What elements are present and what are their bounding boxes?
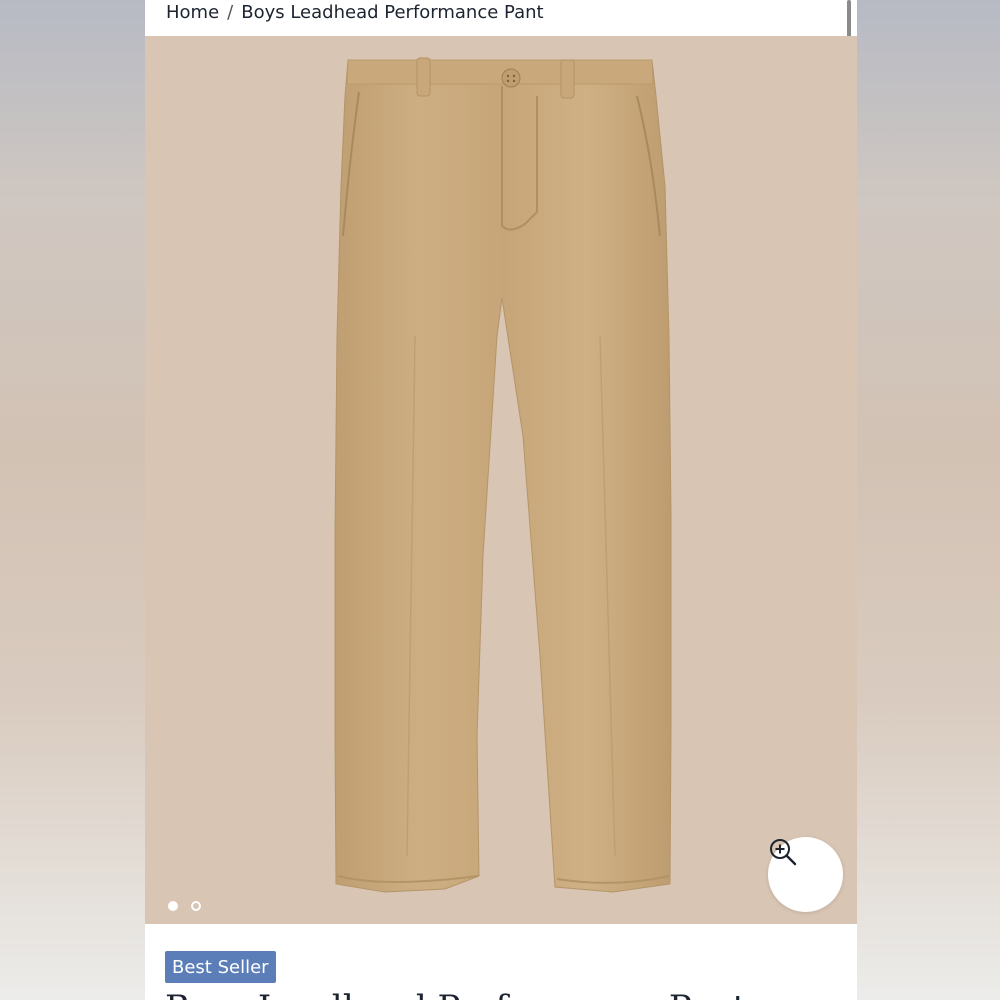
product-image-gallery[interactable]	[145, 36, 857, 924]
best-seller-badge: Best Seller	[165, 951, 276, 983]
breadcrumb-home-link[interactable]: Home	[166, 2, 219, 23]
product-page: Home / Boys Leadhead Performance Pant Be…	[145, 0, 857, 1000]
carousel-dot-2[interactable]	[191, 901, 201, 911]
background-blur-right	[857, 0, 1000, 1000]
zoom-in-icon	[770, 839, 797, 866]
breadcrumb-separator: /	[227, 1, 234, 23]
background-blur-left	[0, 0, 145, 1000]
breadcrumb-current: Boys Leadhead Performance Pant	[241, 1, 544, 23]
breadcrumb: Home / Boys Leadhead Performance Pant	[166, 0, 544, 30]
zoom-button[interactable]	[768, 837, 843, 912]
carousel-dot-1[interactable]	[168, 901, 178, 911]
product-image-pants	[334, 57, 672, 893]
carousel-dots	[168, 901, 201, 911]
product-title: Boys Leadhead Performance Pant	[165, 988, 746, 1000]
